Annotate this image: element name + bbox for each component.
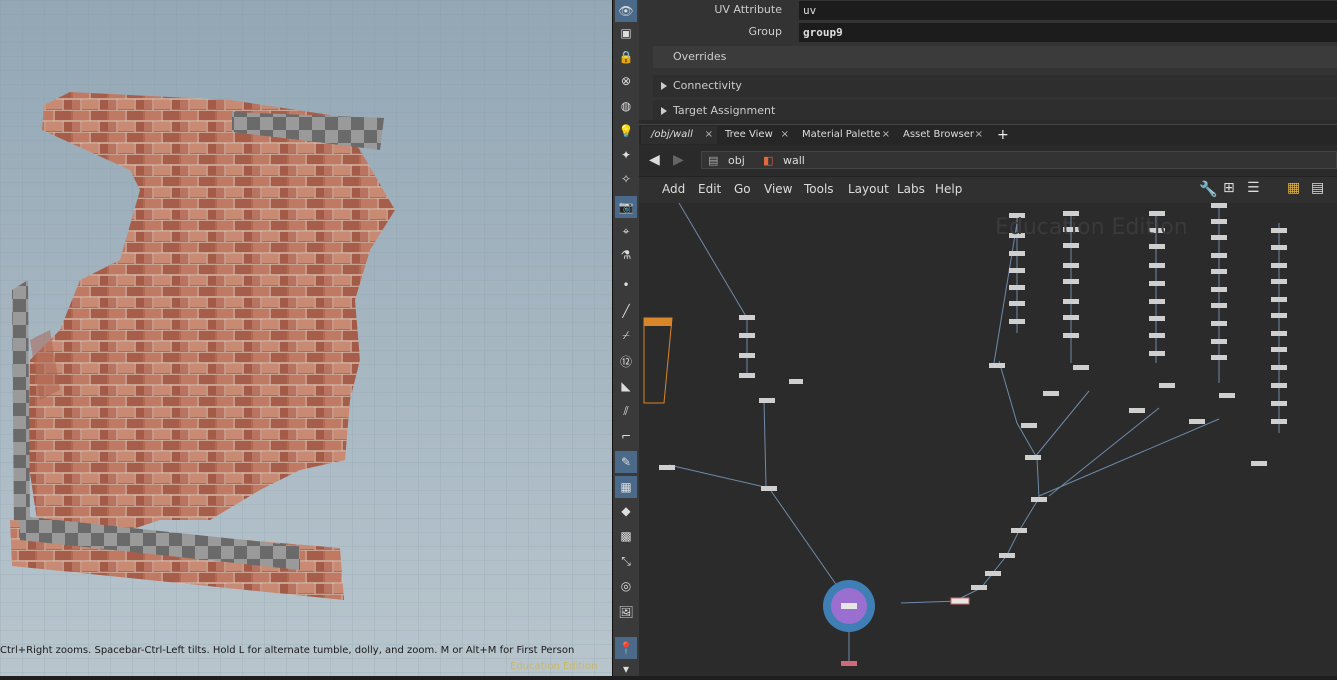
tree-icon[interactable]: ⊞: [1223, 180, 1235, 196]
tab-obj-wall[interactable]: /obj/wall ×: [641, 126, 717, 144]
expand-triangle-icon: [661, 82, 667, 90]
network-edition-watermark: Education Edition: [995, 215, 1188, 240]
chevron-down-icon[interactable]: ▾: [615, 658, 637, 680]
crate-icon[interactable]: ▩: [615, 525, 637, 547]
breadcrumb-obj[interactable]: ▤ obj: [701, 151, 759, 169]
corner-icon[interactable]: ⌐: [615, 425, 637, 447]
checker-icon[interactable]: ▦: [615, 476, 637, 498]
lamp-off-icon[interactable]: ✧: [615, 168, 637, 190]
scale-icon[interactable]: ⤡: [615, 550, 637, 572]
image-icon[interactable]: 🖼: [615, 601, 637, 623]
paint-icon[interactable]: ◣: [615, 375, 637, 397]
pin-icon[interactable]: 📍: [615, 637, 637, 659]
menu-layout[interactable]: Layout: [848, 182, 889, 196]
right-pane: UV Attribute uv Group group9 Overrides C…: [639, 0, 1337, 676]
close-icon[interactable]: ×: [705, 126, 713, 144]
tab-asset-browser[interactable]: Asset Browser ×: [893, 126, 987, 144]
dropper-icon[interactable]: ⌿: [615, 324, 637, 346]
selected-node-highlight: [643, 317, 673, 404]
pen-icon[interactable]: ✎: [615, 451, 637, 473]
menu-tools[interactable]: Tools: [804, 182, 834, 196]
expand-triangle-icon: [661, 107, 667, 115]
node-graph-canvas: [643, 203, 1287, 666]
tab-material-palette[interactable]: Material Palette ×: [792, 126, 894, 144]
color-palette-icon[interactable]: ▦: [1287, 180, 1300, 196]
pane-tab-bar: /obj/wall × Tree View × Material Palette…: [639, 124, 1337, 145]
display-node: [841, 603, 857, 609]
back-arrow-icon[interactable]: ◀: [649, 152, 660, 168]
tab-label: Material Palette: [802, 129, 881, 140]
diamond-icon[interactable]: ◆: [615, 500, 637, 522]
flashlight-icon[interactable]: ⌖: [615, 220, 637, 242]
add-tab-button[interactable]: +: [989, 126, 1011, 144]
twelve-icon[interactable]: ⑫: [615, 350, 637, 372]
grid-layout-icon[interactable]: ▤: [1311, 180, 1324, 196]
group-field[interactable]: group9: [799, 23, 1337, 42]
bypassed-node: [950, 597, 970, 605]
menu-edit[interactable]: Edit: [698, 182, 721, 196]
forward-arrow-icon[interactable]: ▶: [673, 152, 684, 168]
close-icon[interactable]: ×: [975, 126, 983, 144]
connectivity-section[interactable]: Connectivity: [653, 75, 1337, 97]
menu-go[interactable]: Go: [734, 182, 751, 196]
overrides-tab[interactable]: Overrides: [653, 46, 1337, 68]
list-icon[interactable]: ☰: [1247, 180, 1260, 196]
breadcrumb-label: wall: [783, 154, 805, 167]
viewport-canvas: [0, 0, 612, 676]
brush-icon[interactable]: ╱: [615, 300, 637, 322]
wrench-icon[interactable]: 🔧: [1199, 180, 1218, 198]
group-row: Group group9: [639, 22, 1337, 42]
measure-icon[interactable]: ⫽: [615, 400, 637, 422]
no-entry-icon[interactable]: ⊗: [615, 70, 637, 92]
lock-icon[interactable]: 🔒: [615, 46, 637, 68]
uv-attribute-label: UV Attribute: [714, 3, 782, 16]
network-menu-bar: Add Edit Go View Tools Layout Labs Help …: [639, 176, 1337, 204]
tab-tree-view[interactable]: Tree View ×: [715, 126, 793, 144]
network-path-bar: ◀ ▶ ▤ obj ◧ wall: [639, 148, 1337, 172]
bulb-icon[interactable]: 💡: [615, 120, 637, 142]
close-icon[interactable]: ×: [781, 126, 789, 144]
menu-help[interactable]: Help: [935, 182, 962, 196]
menu-labs[interactable]: Labs: [897, 182, 925, 196]
uv-attribute-row: UV Attribute uv: [639, 0, 1337, 20]
menu-view[interactable]: View: [764, 182, 792, 196]
group-label: Group: [748, 25, 783, 38]
scene-viewport[interactable]: Ctrl+Right zooms. Spacebar-Ctrl-Left til…: [0, 0, 612, 676]
snapshot-icon[interactable]: ▣: [615, 22, 637, 44]
close-icon[interactable]: ×: [882, 126, 890, 144]
target-assignment-section[interactable]: Target Assignment: [653, 100, 1337, 120]
uv-attribute-field[interactable]: uv: [799, 1, 1337, 20]
graph-nodes: [659, 203, 1287, 666]
obj-network-icon: ▤: [708, 154, 719, 167]
spray-icon[interactable]: ⚗: [615, 244, 637, 266]
node-wires: [668, 203, 1280, 663]
breadcrumb-label: obj: [728, 154, 745, 167]
viewport-status-text: Ctrl+Right zooms. Spacebar-Ctrl-Left til…: [0, 645, 575, 656]
viewport-edition-watermark: Education Edition: [510, 661, 598, 672]
lamp-icon[interactable]: ✦: [615, 144, 637, 166]
eye-icon[interactable]: 👁: [615, 0, 637, 22]
network-graph-editor[interactable]: Education Edition: [639, 203, 1337, 676]
viewport-toolbar: 👁 ▣ 🔒 ⊗ ◍ 💡 ✦ ✧ 📷 ⌖ ⚗ • ╱ ⌿ ⑫ ◣ ⫽ ⌐ ✎ ▦ …: [612, 0, 640, 676]
connectivity-label: Connectivity: [673, 79, 742, 92]
geometry-node-icon: ◧: [763, 154, 774, 167]
globe-icon[interactable]: ◍: [615, 95, 637, 117]
selected-node-header: [644, 318, 672, 326]
breadcrumb-wall[interactable]: ◧ wall: [757, 151, 1337, 169]
tab-label: /obj/wall: [651, 129, 693, 140]
menu-add[interactable]: Add: [662, 182, 685, 196]
tab-label: Tree View: [725, 129, 773, 140]
dot-icon[interactable]: •: [615, 274, 637, 296]
circle-icon[interactable]: ◎: [615, 575, 637, 597]
parameter-editor: UV Attribute uv Group group9 Overrides C…: [639, 0, 1337, 120]
target-assignment-label: Target Assignment: [673, 104, 776, 117]
tab-label: Asset Browser: [903, 129, 975, 140]
camera-icon[interactable]: 📷: [615, 196, 637, 218]
